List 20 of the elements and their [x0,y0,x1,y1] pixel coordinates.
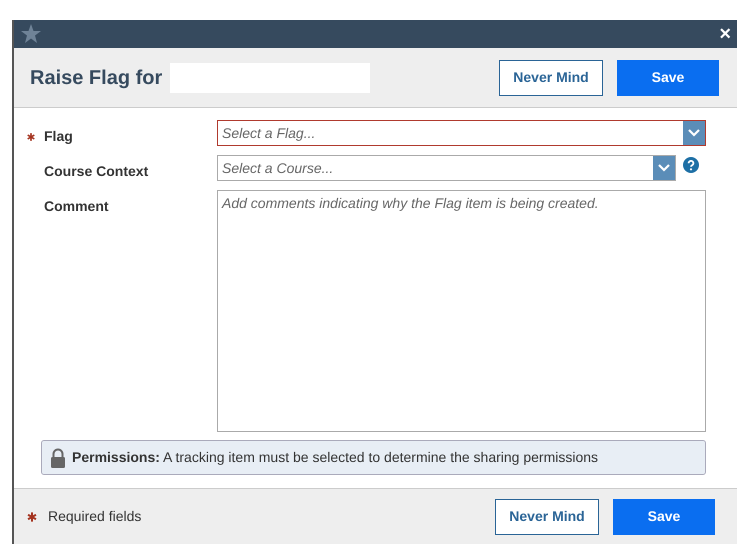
save-button[interactable]: Save [617,60,719,96]
dialog-title: Raise Flag for [30,66,162,90]
lock-icon [50,448,66,468]
select-field[interactable]: Select a Course... [217,155,676,181]
cancel-button[interactable]: Never Mind [495,498,599,534]
select-field[interactable]: Select a Flag... [217,120,706,146]
help-icon[interactable] [683,157,699,173]
required-icon [26,510,38,522]
field-label: Flag [44,127,73,146]
logo-icon [20,23,42,45]
close-button[interactable]: × [717,24,733,44]
field-label: Comment [44,197,109,216]
permissions-text: Permissions: A tracking item must be selected to determine the sharing permissions [72,448,598,467]
cancel-button[interactable]: Never Mind [499,60,603,96]
required-note: Required fields [48,507,142,526]
comment-field[interactable]: Add comments indicating why the Flag item is being created. [217,190,706,432]
save-button[interactable]: Save [613,498,715,534]
caret-icon[interactable] [653,156,675,180]
field-label: Course Context [44,162,148,181]
caret-icon[interactable] [683,121,705,145]
